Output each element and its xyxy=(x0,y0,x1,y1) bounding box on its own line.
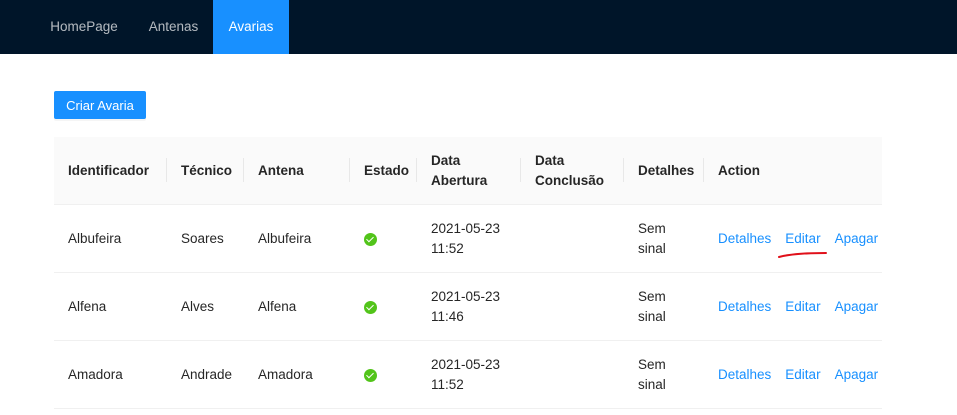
edit-link[interactable]: Editar xyxy=(785,365,820,385)
cell-detalhes: Sem sinal xyxy=(638,357,666,392)
cell-tecnico: Soares xyxy=(181,231,224,246)
details-link[interactable]: Detalhes xyxy=(718,297,771,317)
details-link[interactable]: Detalhes xyxy=(718,229,771,249)
cell-tecnico: Andrade xyxy=(181,367,233,382)
avarias-table: Identificador Técnico Antena Estado Data… xyxy=(54,137,882,409)
column-header-antena: Antena xyxy=(258,163,304,178)
cell-actions: Detalhes Editar Apagar xyxy=(704,341,882,409)
cell-antena: Albufeira xyxy=(258,231,312,246)
check-circle-icon xyxy=(364,232,377,246)
cell-estado xyxy=(350,273,417,341)
column-header-data-conclusao: Data Conclusão xyxy=(535,153,605,188)
cell-identificador: Alfena xyxy=(68,299,107,314)
cell-identificador: Albufeira xyxy=(68,231,122,246)
cell-detalhes: Sem sinal xyxy=(638,221,666,256)
cell-estado xyxy=(350,341,417,409)
details-link[interactable]: Detalhes xyxy=(718,365,771,385)
nav-item-avarias[interactable]: Avarias xyxy=(213,0,289,54)
create-avaria-button[interactable]: Criar Avaria xyxy=(54,91,146,119)
cell-antena: Alfena xyxy=(258,299,297,314)
table-row: Alfena Alves Alfena 2021-05-23 11:46 Sem… xyxy=(54,273,882,341)
delete-link[interactable]: Apagar xyxy=(835,297,879,317)
table-header: Identificador Técnico Antena Estado Data… xyxy=(54,137,882,205)
cell-actions: Detalhes Editar Apagar xyxy=(704,205,882,273)
column-header-data-abertura: Data Abertura xyxy=(431,153,488,188)
cell-identificador: Amadora xyxy=(68,367,123,382)
cell-data-abertura: 2021-05-23 11:52 xyxy=(431,357,501,392)
column-header-action: Action xyxy=(718,163,760,178)
table-row: Albufeira Soares Albufeira 2021-05-23 11… xyxy=(54,205,882,273)
cell-tecnico: Alves xyxy=(181,299,215,314)
table-row: Amadora Andrade Amadora 2021-05-23 11:52… xyxy=(54,341,882,409)
column-header-tecnico: Técnico xyxy=(181,163,233,178)
cell-data-abertura: 2021-05-23 11:52 xyxy=(431,221,501,256)
check-circle-icon xyxy=(364,300,377,314)
column-header-estado: Estado xyxy=(364,163,410,178)
top-navigation: HomePage Antenas Avarias xyxy=(0,0,957,54)
cell-data-abertura: 2021-05-23 11:46 xyxy=(431,289,501,324)
cell-data-conclusao xyxy=(521,273,624,341)
edit-link[interactable]: Editar xyxy=(785,229,820,249)
cell-antena: Amadora xyxy=(258,367,313,382)
delete-link[interactable]: Apagar xyxy=(835,229,879,249)
edit-link[interactable]: Editar xyxy=(785,297,820,317)
check-circle-icon xyxy=(364,368,377,382)
cell-data-conclusao xyxy=(521,341,624,409)
red-underline-annotation xyxy=(778,252,827,258)
delete-link[interactable]: Apagar xyxy=(835,365,879,385)
column-header-detalhes: Detalhes xyxy=(638,163,695,178)
nav-item-antenas[interactable]: Antenas xyxy=(134,0,213,54)
cell-detalhes: Sem sinal xyxy=(638,289,666,324)
nav-item-homepage[interactable]: HomePage xyxy=(34,0,134,54)
cell-actions: Detalhes Editar Apagar xyxy=(704,273,882,341)
cell-estado xyxy=(350,205,417,273)
column-header-identificador: Identificador xyxy=(68,163,150,178)
cell-data-conclusao xyxy=(521,205,624,273)
